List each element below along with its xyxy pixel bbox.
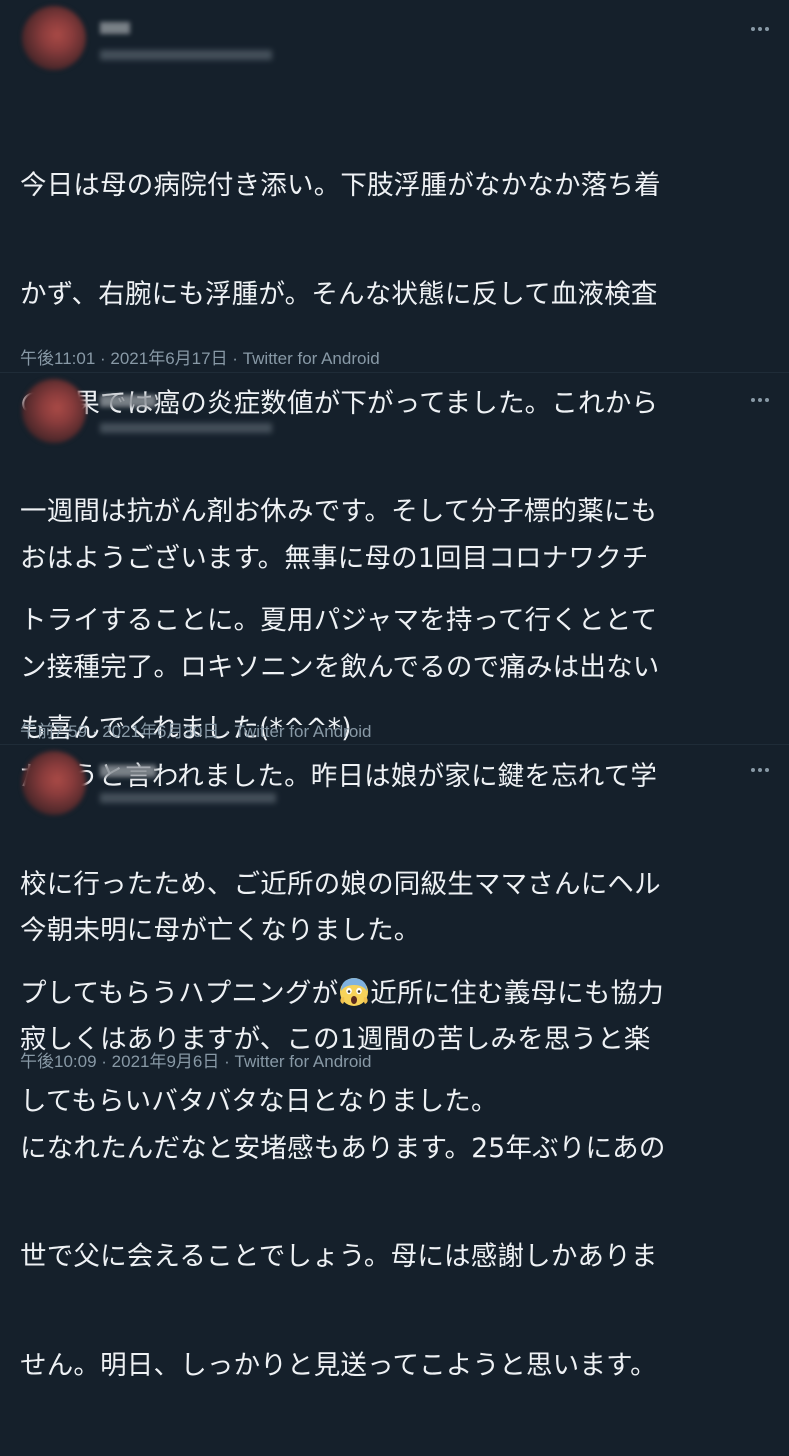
tweet-date: 2021年9月6日: [111, 1052, 220, 1071]
meta-separator: ·: [96, 1052, 112, 1071]
tweet-text-line: 世で父に会えることでしょう。母には感謝しかありま: [20, 1241, 658, 1273]
meta-separator: ·: [219, 722, 235, 741]
more-icon[interactable]: [749, 389, 771, 411]
tweet-text-line: おはようございます。無事に母の1回目コロナワクチ: [20, 543, 649, 575]
display-name-blurred[interactable]: [100, 765, 156, 777]
meta-separator: ·: [219, 1052, 235, 1071]
avatar[interactable]: [22, 6, 86, 70]
handle-blurred: [100, 423, 272, 433]
tweet-meta: 午前7:59 · 2021年6月30日 · Twitter for Androi…: [20, 717, 372, 742]
avatar[interactable]: [22, 379, 86, 443]
more-icon[interactable]: [749, 18, 771, 40]
tweet-time-link[interactable]: 午後11:01 · 2021年6月17日: [20, 349, 228, 368]
tweet-3[interactable]: 今朝未明に母が亡くなりました。 寂しくはありますが、この1週間の苦しみを思うと楽…: [0, 744, 789, 1381]
display-name-blurred[interactable]: [100, 22, 130, 34]
tweet-time-link[interactable]: 午前7:59 · 2021年6月30日: [20, 722, 219, 741]
meta-separator: ·: [95, 349, 111, 368]
tweet-meta: 午後10:09 · 2021年9月6日 · Twitter for Androi…: [20, 1047, 372, 1072]
tweet-time: 午前7:59: [20, 722, 88, 741]
tweet-time: 午後11:01: [20, 349, 96, 368]
tweet-time: 午後10:09: [20, 1052, 97, 1071]
tweet-client-link[interactable]: Twitter for Android: [235, 722, 372, 741]
tweet-text-line: 今日は母の病院付き添い。下肢浮腫がなかなか落ち着: [20, 170, 661, 202]
tweet-date: 2021年6月30日: [102, 722, 220, 741]
tweet-text: 今朝未明に母が亡くなりました。 寂しくはありますが、この1週間の苦しみを思うと楽…: [20, 841, 770, 1456]
tweet-meta: 午後11:01 · 2021年6月17日 · Twitter for Andro…: [20, 344, 380, 369]
tweet-2[interactable]: おはようございます。無事に母の1回目コロナワクチ ン接種完了。ロキソニンを飲んで…: [0, 372, 789, 1117]
display-name-blurred[interactable]: [100, 395, 156, 407]
more-icon[interactable]: [749, 759, 771, 781]
tweet-date: 2021年6月17日: [110, 349, 228, 368]
tweet-text-line: かず、右腕にも浮腫が。そんな状態に反して血液検査: [20, 279, 658, 311]
tweet-1[interactable]: 今日は母の病院付き添い。下肢浮腫がなかなか落ち着 かず、右腕にも浮腫が。そんな状…: [0, 0, 789, 744]
tweet-text-line: ン接種完了。ロキソニンを飲んでるので痛みは出ない: [20, 652, 660, 684]
tweet-client-link[interactable]: Twitter for Android: [243, 349, 380, 368]
meta-separator: ·: [227, 349, 243, 368]
tweet-client-link[interactable]: Twitter for Android: [235, 1052, 372, 1071]
handle-blurred: [100, 793, 276, 803]
tweet-text-line: になれたんだなと安堵感もあります。25年ぶりにあの: [20, 1132, 666, 1164]
tweet-time-link[interactable]: 午後10:09 · 2021年9月6日: [20, 1052, 219, 1071]
tweet-text-line: せん。明日、しっかりと見送ってこようと思います。: [20, 1349, 657, 1381]
tweet-text-line: 今朝未明に母が亡くなりました。: [20, 915, 421, 947]
meta-separator: ·: [87, 722, 103, 741]
handle-blurred: [100, 50, 272, 60]
avatar[interactable]: [22, 751, 86, 815]
